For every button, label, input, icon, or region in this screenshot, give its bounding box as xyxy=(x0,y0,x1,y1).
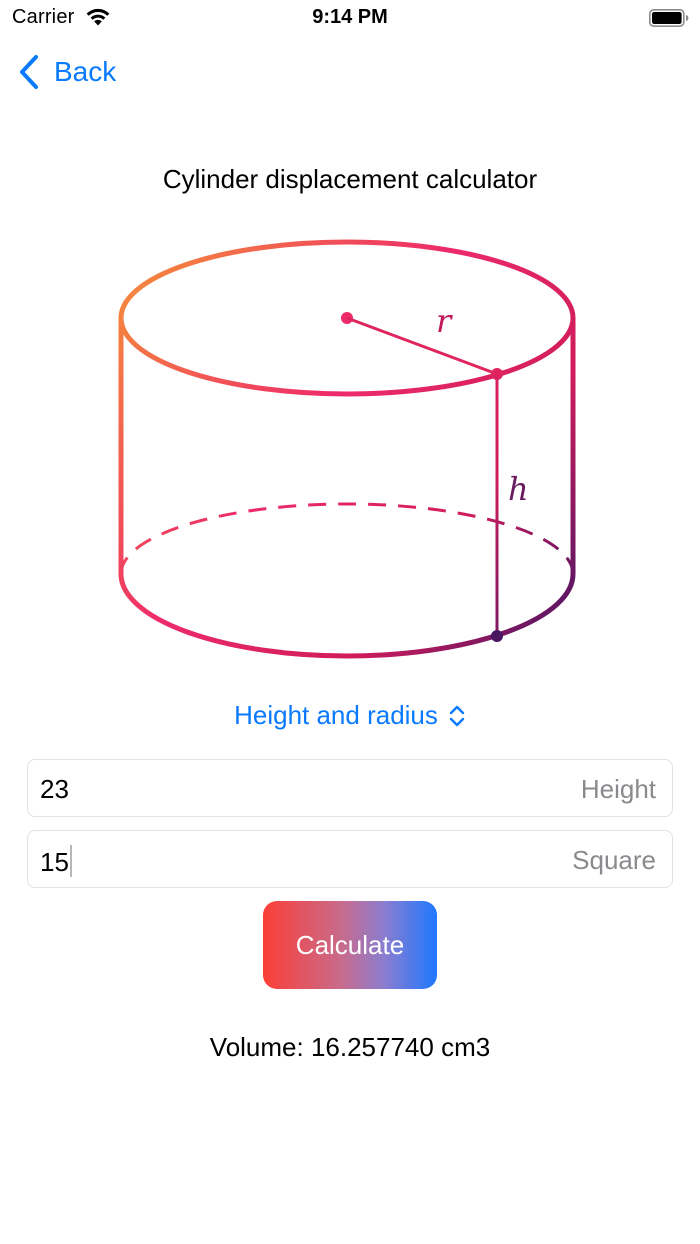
height-label: h xyxy=(508,470,529,508)
status-bar: Carrier 9:14 PM xyxy=(0,0,700,36)
cylinder-diagram: r h xyxy=(118,239,576,659)
square-input-value: 15 xyxy=(40,847,69,877)
radius-label: r xyxy=(436,302,453,340)
square-input-value-wrap: 15 xyxy=(40,845,72,878)
square-input[interactable]: 15 Square xyxy=(27,830,673,888)
square-input-placeholder: Square xyxy=(572,845,656,875)
clock: 9:14 PM xyxy=(312,6,388,28)
height-input-value: 23 xyxy=(40,774,69,804)
chevron-up-down-icon xyxy=(449,705,465,726)
mode-picker[interactable]: Height and radius xyxy=(0,700,700,731)
cylinder-bottom-back-edge xyxy=(119,502,575,575)
base-point xyxy=(491,630,503,642)
height-input-placeholder: Height xyxy=(580,774,656,804)
height-input[interactable]: 23 Height xyxy=(27,759,673,817)
battery-icon xyxy=(649,9,689,27)
cylinder-bottom-front-edge xyxy=(118,573,576,659)
page-title: Cylinder displacement calculator xyxy=(162,164,538,194)
back-button[interactable]: Back xyxy=(18,52,116,92)
volume-result: Volume: 16.257740 cm3 xyxy=(209,1032,491,1062)
text-cursor xyxy=(69,845,72,877)
radius-line xyxy=(346,316,498,376)
chevron-left-icon xyxy=(20,55,38,89)
back-label: Back xyxy=(54,56,117,87)
calculate-button[interactable]: Calculate xyxy=(263,901,437,989)
mode-picker-label: Height and radius xyxy=(234,700,438,730)
